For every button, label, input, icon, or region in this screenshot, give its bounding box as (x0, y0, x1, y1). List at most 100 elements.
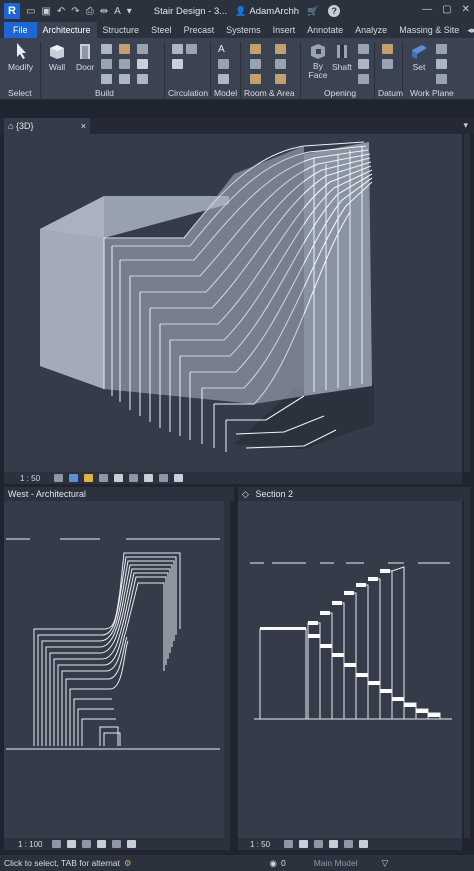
show-crop-icon[interactable] (129, 474, 138, 482)
room-separator-icon[interactable] (250, 59, 261, 69)
close-icon[interactable]: ✕ (462, 4, 470, 15)
close-tab-icon[interactable]: × (81, 118, 86, 134)
detail-level-section-icon[interactable] (284, 840, 293, 848)
door-button[interactable]: Door (76, 42, 94, 72)
component-icon[interactable] (101, 59, 112, 69)
help-icon[interactable]: ? (328, 5, 341, 17)
vertical-scrollbar-3d[interactable] (464, 134, 470, 472)
sun-path-section-icon[interactable] (314, 840, 323, 848)
view-3d-canvas[interactable]: 1 : 50 (4, 134, 470, 484)
user-name[interactable]: AdamArchh (249, 6, 299, 17)
vertical-opening-icon[interactable] (358, 59, 369, 69)
tag-room-icon[interactable] (250, 74, 261, 84)
stair-icon[interactable] (186, 44, 197, 54)
minimize-icon[interactable]: — (422, 4, 432, 15)
set-button[interactable]: Set (410, 42, 428, 72)
redo-icon[interactable]: ↷ (71, 6, 79, 17)
roof-icon[interactable] (119, 44, 130, 54)
active-model[interactable]: Main Model (314, 858, 358, 868)
tab-precast[interactable]: Precast (178, 22, 221, 38)
crop-section-icon[interactable] (344, 840, 353, 848)
shadows-icon[interactable] (99, 474, 108, 482)
modify-button[interactable]: Modify (8, 42, 33, 72)
crop-west-icon[interactable] (112, 840, 121, 848)
area-icon[interactable] (275, 44, 286, 54)
revit-logo[interactable]: R (4, 3, 20, 19)
shaft-button[interactable]: Shaft (332, 42, 352, 72)
room-icon[interactable] (250, 44, 261, 54)
tab-systems[interactable]: Systems (220, 22, 267, 38)
select-group-label[interactable]: Select (8, 88, 32, 98)
open-icon[interactable]: ▭ (26, 6, 35, 17)
maximize-icon[interactable]: ▢ (442, 4, 451, 15)
grid-icon[interactable] (382, 59, 393, 69)
mullion-icon[interactable] (137, 74, 148, 84)
section-view-canvas[interactable] (238, 501, 470, 838)
model-text-icon[interactable]: A (218, 44, 229, 55)
workset-icon[interactable]: ⚙ (124, 858, 132, 869)
filter-icon[interactable]: ▽ (382, 858, 389, 869)
tab-scroll-icon[interactable]: ◂▸ (467, 25, 474, 36)
tab-architecture[interactable]: Architecture (36, 22, 97, 38)
editing-requests-icon[interactable]: ◉ (270, 858, 277, 869)
tab-menu-icon[interactable]: ▾ (463, 120, 468, 131)
sun-path-icon[interactable] (84, 474, 93, 482)
tab-annotate[interactable]: Annotate (301, 22, 349, 38)
wall-opening-icon[interactable] (358, 44, 369, 54)
area-boundary-icon[interactable] (275, 59, 286, 69)
tab-insert[interactable]: Insert (267, 22, 302, 38)
cart-icon[interactable]: 🛒 (307, 6, 318, 17)
ramp-icon[interactable] (172, 59, 183, 69)
print-icon[interactable]: ⎙ (86, 6, 94, 17)
reveal-hidden-icon[interactable] (174, 474, 183, 482)
save-icon[interactable]: ▣ (41, 6, 50, 17)
tab-structure[interactable]: Structure (97, 22, 146, 38)
scale-label-west[interactable]: 1 : 100 (18, 840, 52, 849)
west-view-canvas[interactable] (4, 501, 230, 838)
viewer-icon[interactable] (436, 74, 447, 84)
model-line-icon[interactable] (218, 59, 229, 69)
visual-style-section-icon[interactable] (299, 840, 308, 848)
hide-west-icon[interactable] (127, 840, 136, 848)
by-face-button[interactable]: By Face (306, 42, 330, 80)
model-group-icon[interactable] (218, 74, 229, 84)
level-icon[interactable] (382, 44, 393, 54)
shadows-west-icon[interactable] (97, 840, 106, 848)
more-icon[interactable]: ▾ (127, 6, 132, 17)
curtain-system-icon[interactable] (137, 44, 148, 54)
temp-hide-icon[interactable] (159, 474, 168, 482)
sun-path-west-icon[interactable] (82, 840, 91, 848)
wall-button[interactable]: Wall (48, 42, 66, 72)
visual-style-icon[interactable] (69, 474, 78, 482)
tab-file[interactable]: File (4, 22, 37, 38)
vertical-scrollbar-west[interactable] (224, 501, 230, 838)
window-icon[interactable] (101, 44, 112, 54)
shadows-section-icon[interactable] (329, 840, 338, 848)
unlock-view-icon[interactable] (144, 474, 153, 482)
floor-icon[interactable] (119, 74, 130, 84)
crop-view-icon[interactable] (114, 474, 123, 482)
detail-level-icon[interactable] (54, 474, 63, 482)
vertical-scrollbar-section[interactable] (464, 501, 470, 838)
ceiling-icon[interactable] (119, 59, 130, 69)
measure-icon[interactable]: ⇹ (100, 6, 108, 17)
scale-label-3d[interactable]: 1 : 50 (20, 474, 54, 483)
section-view-title-bar[interactable]: ◇ Section 2 (238, 487, 470, 501)
dormer-icon[interactable] (358, 74, 369, 84)
hide-section-icon[interactable] (359, 840, 368, 848)
tag-area-icon[interactable] (275, 74, 286, 84)
column-icon[interactable] (101, 74, 112, 84)
west-view-title-bar[interactable]: West - Architectural (4, 487, 234, 501)
undo-icon[interactable]: ↶ (57, 6, 65, 17)
show-plane-icon[interactable] (436, 44, 447, 54)
tab-3d-view[interactable]: ⌂ {3D} × (4, 118, 90, 134)
ref-plane-icon[interactable] (436, 59, 447, 69)
tab-analyze[interactable]: Analyze (349, 22, 393, 38)
curtain-grid-icon[interactable] (137, 59, 148, 69)
text-icon[interactable]: A (114, 6, 121, 17)
detail-level-west-icon[interactable] (52, 840, 61, 848)
tab-steel[interactable]: Steel (145, 22, 178, 38)
tab-massing-site[interactable]: Massing & Site (393, 22, 465, 38)
scale-label-section[interactable]: 1 : 50 (250, 840, 284, 849)
railing-icon[interactable] (172, 44, 183, 54)
